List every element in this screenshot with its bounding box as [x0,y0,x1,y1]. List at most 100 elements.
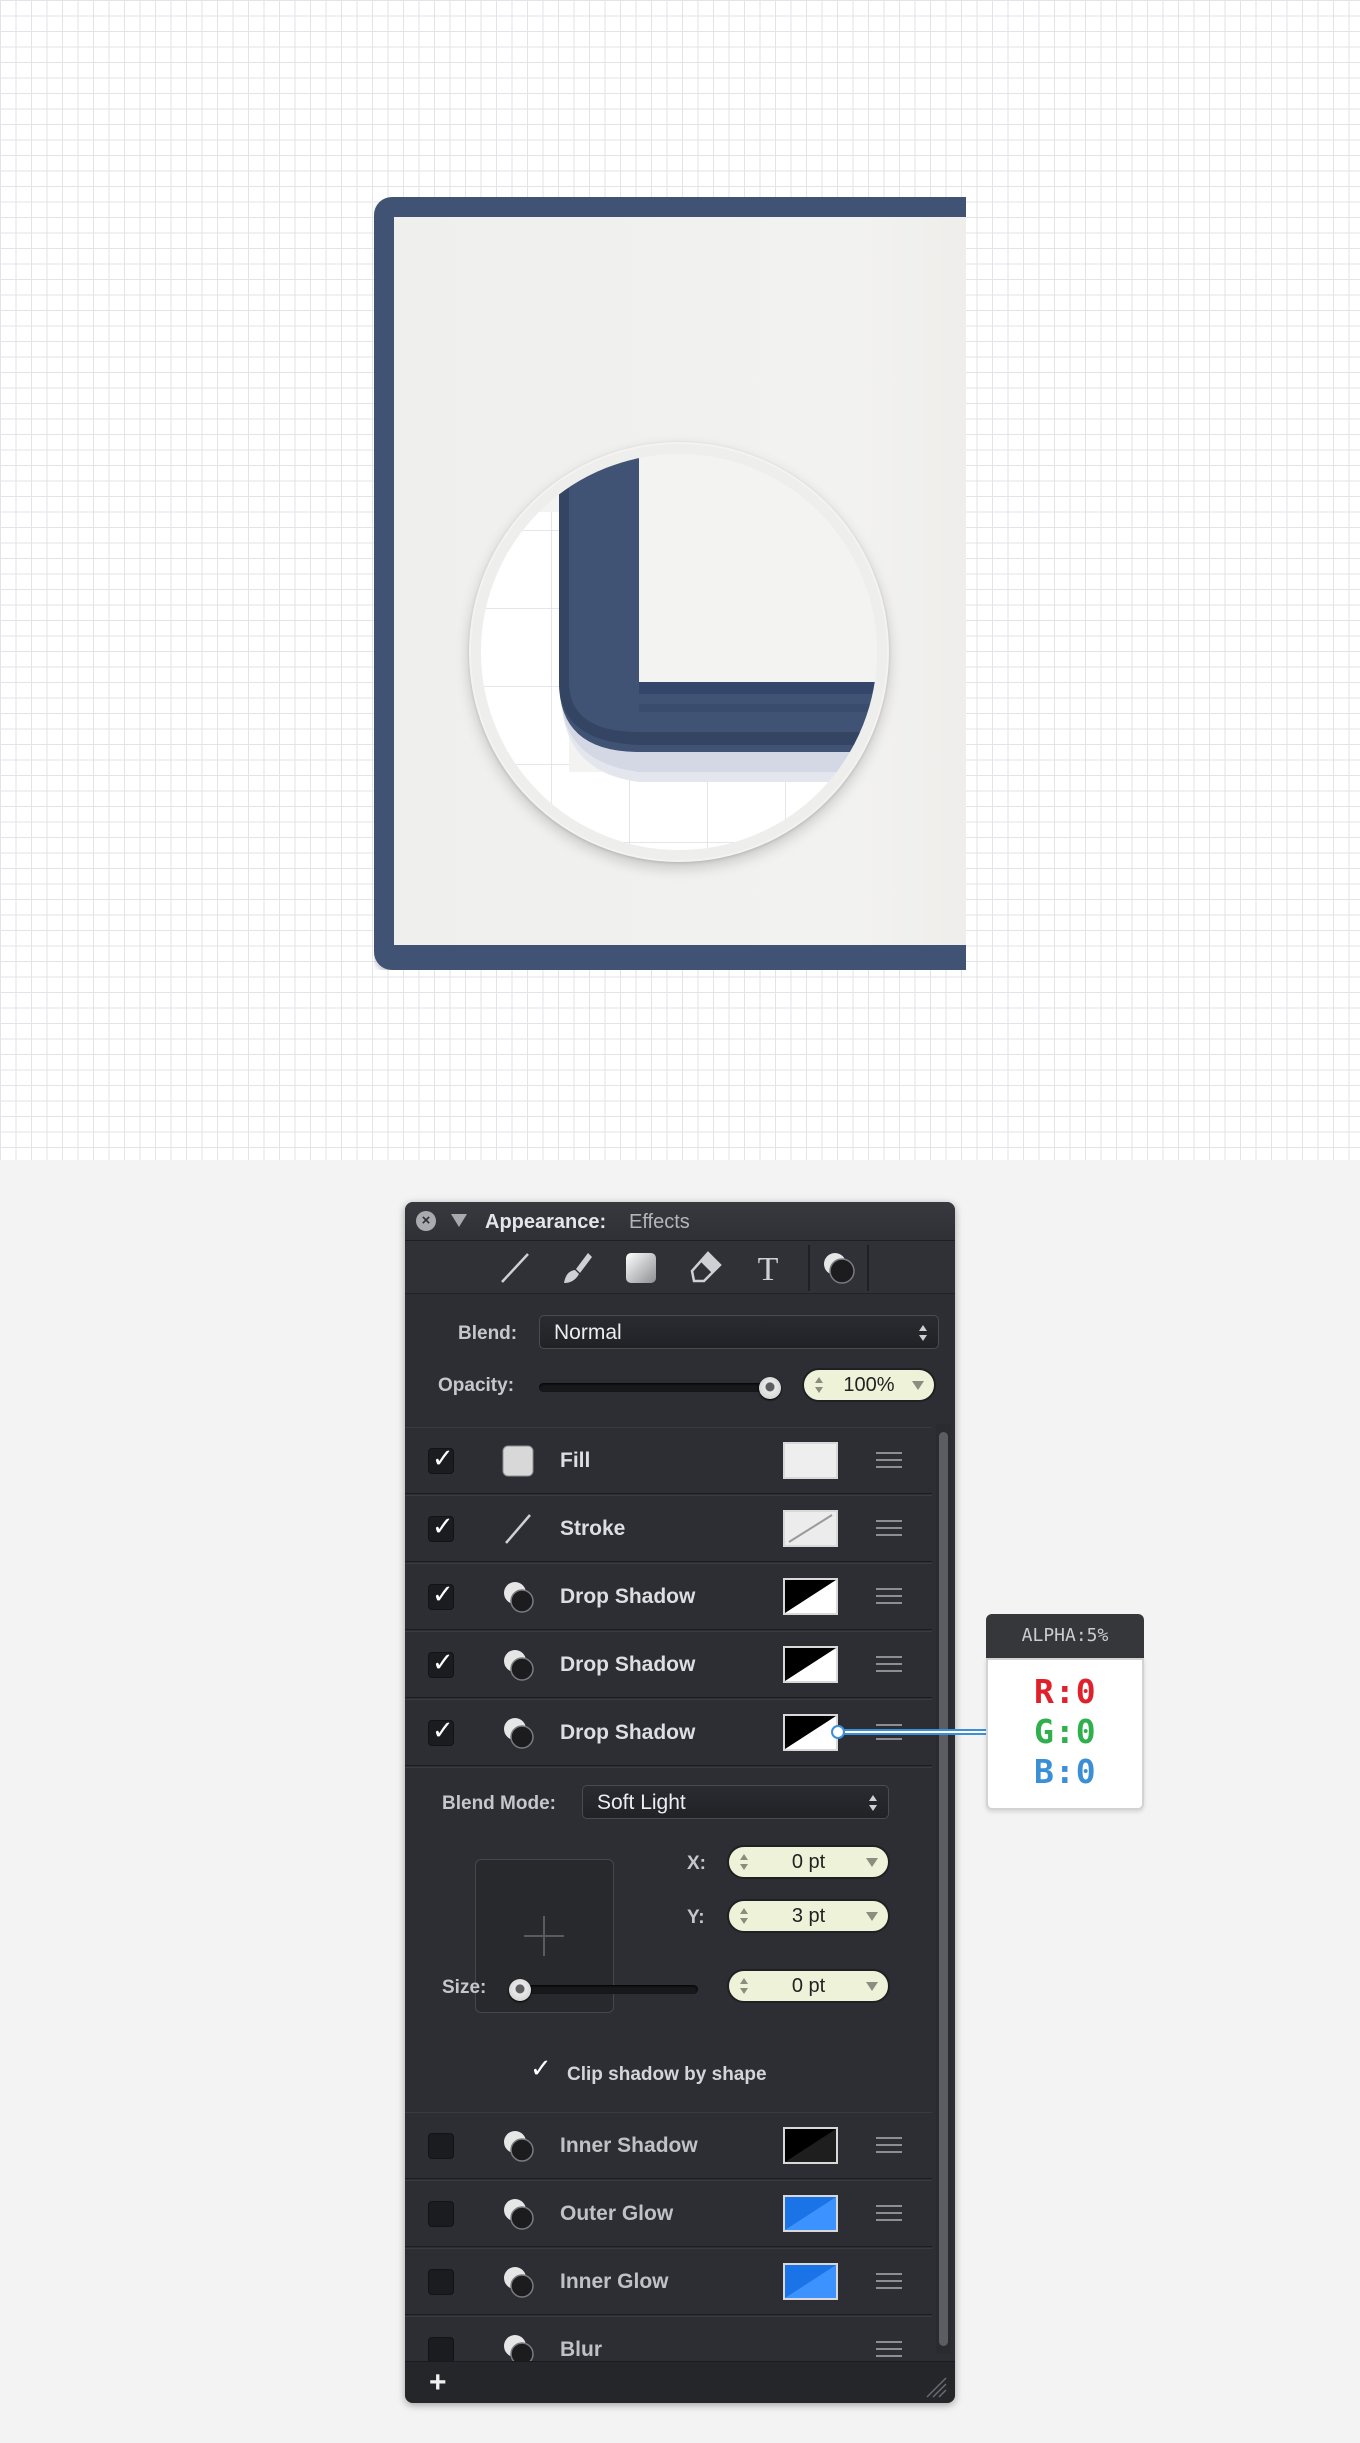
color-swatch[interactable] [783,1714,838,1751]
effect-checkbox[interactable] [428,2337,454,2363]
effect-checkbox[interactable] [428,2269,454,2295]
toolbar-divider [867,1245,869,1291]
stepper-dropdown-icon[interactable] [912,1381,924,1390]
pen-tool-icon[interactable] [686,1249,724,1287]
effect-row-drop-shadow[interactable]: ✓ Drop Shadow [405,1563,932,1630]
size-label: Size: [442,1977,487,1998]
callout-red: R:0 [1034,1672,1097,1711]
size-stepper[interactable]: 0 pt [727,1969,890,2003]
color-swatch[interactable] [783,1442,838,1479]
toolbar-divider [808,1245,810,1291]
effect-label: Fill [560,1449,591,1472]
stepper-dropdown-icon[interactable] [866,1982,878,1991]
effect-checkbox[interactable]: ✓ [428,1579,454,1610]
effect-checkbox[interactable]: ✓ [428,1647,454,1678]
panel-titlebar[interactable]: × Appearance: Effects [405,1202,955,1241]
effect-row-stroke[interactable]: ✓ Stroke [405,1495,932,1562]
opacity-slider[interactable] [539,1383,779,1392]
color-swatch[interactable] [783,2127,838,2164]
effects-tool-icon[interactable] [820,1249,858,1287]
drag-handle-icon[interactable] [876,2273,902,2291]
callout-blue: B:0 [1034,1752,1097,1791]
effect-label: Stroke [560,1517,626,1540]
text-tool-icon[interactable]: T [749,1249,787,1288]
stepper-arrows-icon[interactable] [814,1374,824,1396]
magnifier-loupe [469,442,889,862]
effect-label: Inner Glow [560,2270,669,2293]
drag-handle-icon[interactable] [876,1588,902,1606]
color-swatch[interactable] [783,1578,838,1615]
size-slider[interactable] [513,1985,698,1994]
blend-mode-label: Blend Mode: [442,1793,556,1814]
drop-shadow-settings: Blend Mode: Soft Light X: 0 pt Y: 3 pt Size: 0 … [405,1767,932,2113]
svg-text:T: T [758,1251,779,1287]
drag-handle-icon[interactable] [876,1656,902,1674]
stepper-arrows-icon[interactable] [739,1851,749,1873]
drag-handle-icon[interactable] [876,2137,902,2155]
effect-checkbox[interactable] [428,2133,454,2159]
drag-handle-icon[interactable] [876,1452,902,1470]
size-slider-thumb[interactable] [509,1979,531,2001]
color-swatch[interactable] [783,2195,838,2232]
close-button[interactable]: × [416,1211,436,1231]
checkmark-icon: ✓ [432,1511,454,1541]
clip-shadow-label: Clip shadow by shape [567,2064,767,2085]
color-swatch[interactable] [783,2263,838,2300]
x-value: 0 pt [791,1851,826,1873]
effect-row-drop-shadow[interactable]: ✓ Drop Shadow [405,1631,932,1698]
shadow-icon [501,2197,535,2231]
clip-shadow-checkbox[interactable]: ✓ [527,2053,552,2083]
appearance-toolbar: T [405,1241,955,1294]
shadow-icon [501,1716,535,1750]
stepper-arrows-icon[interactable] [739,1975,749,1997]
opacity-label: Opacity: [438,1375,515,1396]
effect-row-fill[interactable]: ✓ Fill [405,1427,932,1494]
drag-handle-icon[interactable] [876,2205,902,2223]
blend-mode-select[interactable]: Soft Light [582,1785,889,1819]
effect-checkbox[interactable]: ✓ [428,1715,454,1746]
appearance-panel: × Appearance: Effects T Blend: Normal Op… [405,1202,955,2403]
resize-grip-icon[interactable] [925,2376,947,2398]
brush-tool-icon[interactable] [558,1249,596,1287]
fill-icon [501,1444,535,1478]
effect-checkbox[interactable] [428,2201,454,2227]
disclosure-triangle-icon[interactable] [451,1214,467,1227]
select-arrows-icon [919,1325,927,1341]
effect-label: Blur [560,2338,602,2361]
panel-subtitle: Effects [629,1211,690,1233]
effect-checkbox[interactable]: ✓ [428,1443,454,1474]
scrollbar-thumb[interactable] [939,1432,948,2346]
stepper-arrows-icon[interactable] [739,1905,749,1927]
checkmark-icon: ✓ [432,1443,454,1473]
blend-mode-value: Soft Light [597,1791,686,1814]
add-effect-button[interactable]: + [429,2366,447,2400]
effect-row-outer-glow[interactable]: Outer Glow [405,2180,932,2247]
blend-value: Normal [554,1321,622,1344]
drag-handle-icon[interactable] [876,1520,902,1538]
y-stepper[interactable]: 3 pt [727,1899,890,1933]
line-tool-icon[interactable] [496,1249,534,1287]
effect-row-inner-glow[interactable]: Inner Glow [405,2248,932,2315]
checkmark-icon: ✓ [432,1579,454,1609]
effect-checkbox[interactable]: ✓ [428,1511,454,1542]
checkmark-icon: ✓ [432,1647,454,1677]
shadow-icon [501,2265,535,2299]
color-swatch[interactable] [783,1646,838,1683]
blend-select[interactable]: Normal [539,1315,939,1349]
y-value: 3 pt [791,1905,826,1927]
x-stepper[interactable]: 0 pt [727,1845,890,1879]
drag-handle-icon[interactable] [876,2341,902,2359]
color-swatch[interactable] [783,1510,838,1547]
fill-tool-icon[interactable] [622,1249,660,1287]
scrollbar[interactable] [936,1424,951,2354]
checkmark-icon: ✓ [432,1715,454,1745]
select-arrows-icon [869,1795,877,1811]
callout-connector [840,1729,986,1735]
stepper-dropdown-icon[interactable] [866,1912,878,1921]
opacity-slider-thumb[interactable] [759,1377,781,1399]
effect-label: Drop Shadow [560,1585,696,1608]
stepper-dropdown-icon[interactable] [866,1858,878,1867]
opacity-value: 100% [843,1374,895,1396]
effect-row-inner-shadow[interactable]: Inner Shadow [405,2112,932,2179]
opacity-stepper[interactable]: 100% [802,1368,936,1402]
